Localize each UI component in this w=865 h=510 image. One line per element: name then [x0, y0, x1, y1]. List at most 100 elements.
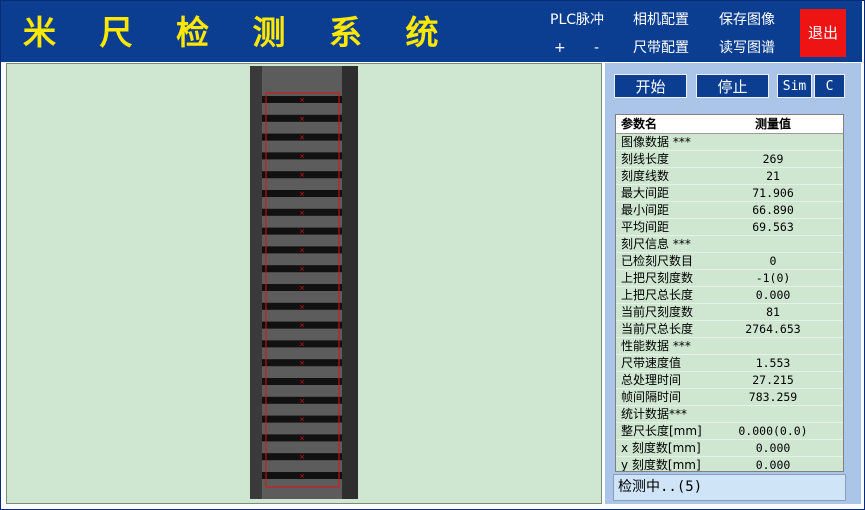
tick-detection-marker: × [299, 322, 305, 330]
param-value-cell: 0.000 [755, 441, 791, 455]
exit-button[interactable]: 退出 [800, 9, 846, 57]
param-name-cell: 最大间距 [621, 186, 670, 200]
param-name-cell: 最小间距 [621, 203, 670, 217]
status-bar: 检测中..(5) [613, 474, 846, 501]
status-text: 检测中..(5) [618, 479, 703, 495]
c-button[interactable]: C [814, 74, 845, 98]
param-name-cell: 刻尺信息 *** [621, 237, 691, 251]
read-write-image-button[interactable]: 读写图谱 [719, 39, 775, 57]
param-value-cell: 0.000 [755, 458, 791, 472]
tick-detection-marker: × [299, 472, 305, 480]
save-image-button[interactable]: 保存图像 [719, 11, 775, 29]
param-value-cell: 0 [769, 254, 777, 268]
param-name-cell: 刻度线数 [621, 169, 670, 183]
tick-detection-marker: × [299, 284, 305, 292]
param-value-cell [708, 236, 838, 252]
tick-detection-marker: × [299, 416, 305, 424]
param-value-cell: 783.259 [748, 390, 798, 404]
table-row: 帧间隔时间 783.259 [616, 389, 843, 406]
tick-detection-marker: × [299, 171, 305, 179]
param-name-cell: 性能数据 *** [621, 339, 691, 353]
param-name-cell: 图像数据 *** [621, 135, 691, 149]
table-row: x 刻度数[mm] 0.000 [616, 440, 843, 457]
sim-button[interactable]: Sim [777, 74, 812, 98]
tick-detection-marker: × [299, 265, 305, 273]
table-row: 最大间距 71.906 [616, 185, 843, 202]
camera-config-button[interactable]: 相机配置 [633, 11, 689, 29]
param-name-cell: 当前尺总长度 [621, 322, 694, 336]
param-name-cell: 总处理时间 [621, 373, 682, 387]
tick-detection-marker: × [299, 246, 305, 254]
table-row: 总处理时间 27.215 [616, 372, 843, 389]
param-name-cell: 统计数据*** [621, 407, 688, 421]
param-name-cell: 已检刻尺数目 [621, 254, 694, 268]
param-value-cell: 66.890 [752, 203, 794, 217]
tick-detection-marker: × [299, 340, 305, 348]
tick-detection-marker: × [299, 134, 305, 142]
table-row: 统计数据*** [616, 406, 843, 423]
table-row: 性能数据 *** [616, 338, 843, 355]
tick-detection-marker: × [299, 397, 305, 405]
param-name-cell: y 刻度数[mm] [621, 458, 701, 472]
param-value-cell: 0.000(0.0) [738, 424, 808, 438]
table-row: 当前尺刻度数 81 [616, 304, 843, 321]
table-row: 刻线长度 269 [616, 151, 843, 168]
tape-config-button[interactable]: 尺带配置 [633, 39, 689, 57]
param-value-cell: -1(0) [755, 271, 791, 285]
param-value-cell [708, 134, 838, 150]
table-row: 平均间距 69.563 [616, 219, 843, 236]
table-row: 上把尺刻度数 -1(0) [616, 270, 843, 287]
param-name-cell: x 刻度数[mm] [621, 441, 701, 455]
tick-detection-marker: × [299, 453, 305, 461]
param-value-cell [708, 406, 838, 422]
measurement-table: 参数名 测量值 图像数据 *** 刻线长度 269 刻度线数 21 最大间距 71.906 最… [615, 114, 844, 472]
ruler-camera-image: × × × × × × × × × × × × × × × × × × × × × [250, 66, 358, 499]
param-value-cell: 2764.653 [745, 322, 801, 336]
table-row: 刻度线数 21 [616, 168, 843, 185]
column-header-name: 参数名 [621, 117, 658, 131]
param-value-cell: 269 [762, 152, 784, 166]
tick-detection-marker: × [299, 96, 305, 104]
table-row: 图像数据 *** [616, 134, 843, 151]
plc-minus-button[interactable]: - [594, 39, 599, 57]
param-name-cell: 当前尺刻度数 [621, 305, 694, 319]
param-value-cell: 21 [766, 169, 780, 183]
tick-detection-marker: × [299, 434, 305, 442]
column-header-value: 测量值 [754, 117, 791, 131]
tick-detection-marker: × [299, 209, 305, 217]
ruler-image-canvas: × × × × × × × × × × × × × × × × × × × × × [250, 66, 358, 499]
param-name-cell: 上把尺总长度 [621, 288, 694, 302]
param-value-cell: 81 [766, 305, 780, 319]
tick-detection-marker: × [299, 152, 305, 160]
header-bar: 米 尺 检 测 系 统 PLC脉冲 + - 相机配置 尺带配置 保存图像 读写图… [1, 1, 862, 62]
param-value-cell: 0.000 [755, 288, 791, 302]
param-value-cell: 71.906 [752, 186, 794, 200]
tick-detection-marker: × [299, 115, 305, 123]
table-row: 最小间距 66.890 [616, 202, 843, 219]
tick-detection-marker: × [299, 190, 305, 198]
tick-detection-marker: × [299, 303, 305, 311]
start-button[interactable]: 开始 [614, 74, 687, 98]
table-row: 整尺长度[mm] 0.000(0.0) [616, 423, 843, 440]
tick-detection-marker: × [299, 228, 305, 236]
param-name-cell: 尺带速度值 [621, 356, 682, 370]
param-value-cell: 1.553 [755, 356, 791, 370]
tick-detection-marker: × [299, 359, 305, 367]
param-name-cell: 帧间隔时间 [621, 390, 682, 404]
table-row: 当前尺总长度 2764.653 [616, 321, 843, 338]
table-header: 参数名 测量值 [616, 115, 843, 134]
control-panel: 开始 停止 Sim C 参数名 测量值 图像数据 *** 刻线长度 269 刻度线数 2… [605, 63, 861, 504]
plc-plus-button[interactable]: + [554, 39, 566, 57]
table-row: 尺带速度值 1.553 [616, 355, 843, 372]
param-name-cell: 刻线长度 [621, 152, 670, 166]
plc-pulse-label: PLC脉冲 [550, 12, 605, 28]
tick-detection-marker: × [299, 378, 305, 386]
table-row: 刻尺信息 *** [616, 236, 843, 253]
param-name-cell: 整尺长度[mm] [621, 424, 702, 438]
stop-button[interactable]: 停止 [696, 74, 769, 98]
param-name-cell: 上把尺刻度数 [621, 271, 694, 285]
app-title: 米 尺 检 测 系 统 [23, 13, 455, 52]
param-name-cell: 平均间距 [621, 220, 670, 234]
table-body: 图像数据 *** 刻线长度 269 刻度线数 21 最大间距 71.906 最小间距 66.89… [616, 134, 843, 472]
table-row: y 刻度数[mm] 0.000 [616, 457, 843, 472]
